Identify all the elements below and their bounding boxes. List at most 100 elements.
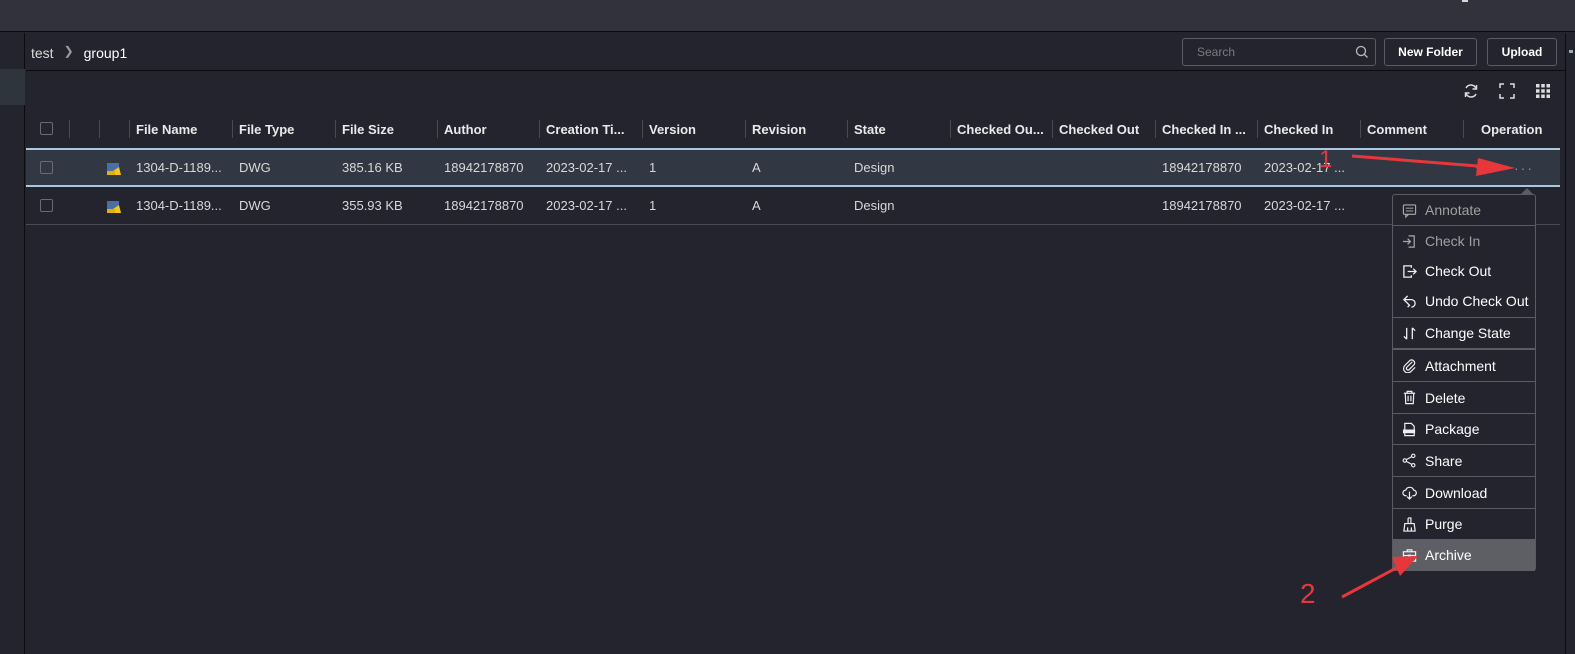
cell-file-name[interactable]: 1304-D-1189... bbox=[129, 187, 222, 224]
column-header-checked-out[interactable]: Checked Out bbox=[1052, 110, 1155, 148]
cell-revision: A bbox=[752, 198, 761, 213]
fullscreen-icon[interactable] bbox=[1498, 82, 1516, 100]
top-bar bbox=[0, 0, 1575, 32]
menu-pointer bbox=[1520, 188, 1534, 195]
undo-check-out-icon bbox=[1401, 293, 1417, 309]
paperclip-icon bbox=[1401, 358, 1417, 374]
top-bar-indicator bbox=[1462, 0, 1468, 2]
table-row[interactable]: 1304-D-1189... DWG 355.93 KB 18942178870… bbox=[26, 187, 1560, 225]
dwg-file-icon bbox=[107, 163, 121, 175]
check-in-icon bbox=[1401, 233, 1417, 249]
search-icon[interactable] bbox=[1355, 45, 1369, 59]
menu-item-undo-check-out[interactable]: Undo Check Out bbox=[1393, 286, 1535, 316]
chevron-right-icon: ❯ bbox=[63, 44, 74, 58]
column-header-file-size[interactable]: File Size bbox=[335, 110, 438, 148]
cell-checked-out bbox=[1052, 187, 1059, 224]
column-header-operation: Operation bbox=[1463, 110, 1560, 148]
column-header-file-name[interactable]: File Name bbox=[129, 110, 232, 148]
menu-item-attachment[interactable]: Attachment bbox=[1393, 350, 1535, 381]
select-all-checkbox[interactable] bbox=[40, 122, 53, 135]
cell-state: Design bbox=[854, 160, 895, 175]
refresh-icon[interactable] bbox=[1462, 82, 1480, 100]
menu-item-label: Delete bbox=[1425, 389, 1466, 406]
menu-item-label: Check Out bbox=[1425, 263, 1492, 279]
cell-comment bbox=[1360, 187, 1367, 224]
menu-item-annotate[interactable]: Annotate bbox=[1393, 195, 1535, 225]
table-toolbar bbox=[1462, 82, 1552, 100]
change-state-icon bbox=[1401, 325, 1417, 341]
dwg-file-icon bbox=[107, 201, 121, 213]
cell-checked-in: 2023-02-17 ... bbox=[1264, 198, 1345, 213]
cell-file-name[interactable]: 1304-D-1189... bbox=[129, 150, 222, 185]
menu-item-label: Purge bbox=[1425, 516, 1463, 532]
column-header-author[interactable]: Author bbox=[437, 110, 540, 148]
menu-item-purge[interactable]: Purge bbox=[1393, 509, 1535, 539]
menu-item-label: Archive bbox=[1425, 547, 1472, 563]
column-header-state[interactable]: State bbox=[847, 110, 950, 148]
column-header-version[interactable]: Version bbox=[642, 110, 745, 148]
column-header-comment[interactable]: Comment bbox=[1360, 110, 1463, 148]
menu-item-label: Download bbox=[1425, 484, 1488, 501]
cell-checked-in-by: 18942178870 bbox=[1162, 198, 1242, 213]
cell-state: Design bbox=[854, 198, 895, 213]
grid-icon[interactable] bbox=[1534, 82, 1552, 100]
cell-version: 1 bbox=[649, 160, 657, 175]
breadcrumb: test ❯ group1 bbox=[31, 44, 127, 61]
column-header-creation-time[interactable]: Creation Ti... bbox=[539, 110, 642, 148]
menu-item-check-out[interactable]: Check Out bbox=[1393, 256, 1535, 286]
operation-dropdown-menu: Annotate Check In Check Out Undo Check O… bbox=[1392, 188, 1536, 571]
menu-item-label: Annotate bbox=[1425, 202, 1482, 218]
cloud-download-icon bbox=[1401, 485, 1417, 501]
column-header-checked-in[interactable]: Checked In bbox=[1257, 110, 1360, 148]
annotation-step-2: 2 bbox=[1300, 578, 1316, 609]
menu-item-archive[interactable]: Archive bbox=[1393, 539, 1535, 571]
menu-item-label: Change State bbox=[1425, 325, 1511, 341]
right-panel-edge bbox=[1565, 33, 1575, 654]
sidebar-selected-item[interactable] bbox=[0, 69, 25, 105]
broom-icon bbox=[1401, 516, 1417, 532]
menu-item-change-state[interactable]: Change State bbox=[1393, 318, 1535, 348]
cell-checked-out-by bbox=[950, 187, 957, 224]
cell-checked-in-by: 18942178870 bbox=[1162, 160, 1242, 175]
menu-item-label: Check In bbox=[1425, 233, 1481, 249]
archive-box-icon bbox=[1401, 547, 1417, 563]
menu-item-label: Undo Check Out bbox=[1425, 293, 1529, 309]
cell-file-size: 385.16 KB bbox=[342, 160, 403, 175]
cell-checked-out-by bbox=[950, 150, 957, 185]
zip-file-icon bbox=[1401, 421, 1417, 437]
table-header: File Name File Type File Size Author Cre… bbox=[26, 110, 1560, 148]
cell-creation-time: 2023-02-17 ... bbox=[546, 160, 627, 175]
column-divider bbox=[69, 110, 99, 148]
cell-comment bbox=[1360, 150, 1367, 185]
row-checkbox[interactable] bbox=[40, 161, 53, 174]
new-folder-button[interactable]: New Folder bbox=[1384, 38, 1477, 66]
menu-item-delete[interactable]: Delete bbox=[1393, 382, 1535, 413]
collapse-handle-icon[interactable] bbox=[1569, 50, 1573, 53]
check-out-icon bbox=[1401, 263, 1417, 279]
menu-item-label: Attachment bbox=[1425, 357, 1496, 374]
annotation-overlay bbox=[1341, 154, 1515, 599]
row-checkbox[interactable] bbox=[40, 199, 53, 212]
cell-file-type: DWG bbox=[239, 198, 271, 213]
menu-item-check-in[interactable]: Check In bbox=[1393, 226, 1535, 256]
column-header-file-type[interactable]: File Type bbox=[232, 110, 335, 148]
search-box[interactable] bbox=[1182, 38, 1376, 66]
menu-item-label: Package bbox=[1425, 421, 1480, 437]
column-header-revision[interactable]: Revision bbox=[745, 110, 848, 148]
column-header-checked-in-by[interactable]: Checked In ... bbox=[1155, 110, 1258, 148]
cell-version: 1 bbox=[649, 198, 657, 213]
column-header-checked-out-by[interactable]: Checked Ou... bbox=[950, 110, 1053, 148]
cell-checked-out bbox=[1052, 150, 1059, 185]
star-icon[interactable] bbox=[1474, 160, 1488, 175]
menu-item-share[interactable]: Share bbox=[1393, 445, 1535, 476]
cell-author: 18942178870 bbox=[444, 198, 524, 213]
left-sidebar bbox=[0, 33, 25, 654]
more-actions-icon[interactable]: ··· bbox=[1514, 160, 1534, 176]
upload-button[interactable]: Upload bbox=[1487, 38, 1557, 66]
search-input[interactable] bbox=[1197, 44, 1347, 60]
breadcrumb-item-test[interactable]: test bbox=[31, 45, 54, 61]
cell-file-type: DWG bbox=[239, 160, 271, 175]
menu-item-package[interactable]: Package bbox=[1393, 414, 1535, 444]
menu-item-download[interactable]: Download bbox=[1393, 477, 1535, 508]
share-icon bbox=[1401, 453, 1417, 469]
